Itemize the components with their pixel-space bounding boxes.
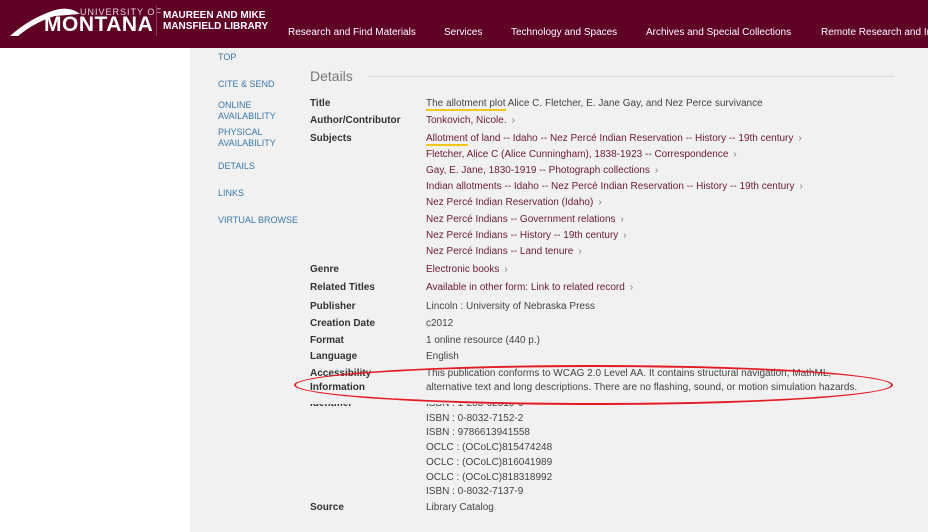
subject-text: Fletcher, Alice C (Alice Cunningham), 18… (426, 149, 729, 161)
identifier-value: OCLC : (OCoLC)815474248 (426, 442, 553, 454)
chevron-right-icon: › (598, 197, 602, 209)
title-label: Title (310, 98, 331, 109)
related-label: Related Titles (310, 282, 375, 293)
chevron-right-icon: › (799, 181, 803, 193)
identifier-value: OCLC : (OCoLC)816041989 (426, 456, 553, 468)
library-name[interactable]: MAUREEN AND MIKE MANSFIELD LIBRARY (163, 10, 268, 32)
title-value: The allotment plot Alice C. Fletcher, E.… (426, 97, 763, 111)
subject-link[interactable]: Nez Percé Indians -- Government relation… (426, 213, 624, 227)
chevron-right-icon: › (578, 245, 582, 257)
subject-link[interactable]: Allotment of land -- Idaho -- Nez Percé … (426, 132, 802, 146)
identifier-value: ISBN : 0-8032-7152-2 (426, 412, 524, 424)
publisher-label: Publisher (310, 301, 356, 312)
language-value: English (426, 351, 459, 362)
subject-link[interactable]: Nez Percé Indian Reservation (Idaho) › (426, 196, 602, 210)
chevron-right-icon: › (629, 282, 634, 293)
nav-remote[interactable]: Remote Research and In (821, 27, 928, 38)
logo-divider (156, 6, 157, 36)
chevron-right-icon: › (733, 149, 737, 161)
chevron-right-icon: › (511, 115, 515, 126)
subject-link[interactable]: Nez Percé Indians -- Land tenure › (426, 245, 582, 259)
identifier-value: OCLC : (OCoLC)818318992 (426, 471, 553, 483)
heading-divider (368, 76, 894, 77)
nav-research[interactable]: Research and Find Materials (288, 27, 416, 38)
side-nav-cite[interactable]: CITE & SEND (218, 79, 298, 90)
side-nav-details[interactable]: DETAILS (218, 161, 298, 172)
related-link[interactable]: Available in other form: Link to related… (426, 281, 633, 295)
subjects-label: Subjects (310, 133, 352, 144)
library-name-line: MAUREEN AND MIKE (163, 10, 266, 21)
identifier-value: ISBN : 0-8032-7137-9 (426, 486, 524, 498)
subject-link[interactable]: Fletcher, Alice C (Alice Cunningham), 18… (426, 148, 737, 162)
nav-services[interactable]: Services (444, 27, 482, 38)
subject-text: Nez Percé Indians -- History -- 19th cen… (426, 229, 619, 241)
author-text: Tonkovich, Nicole. (426, 115, 507, 126)
format-value: 1 online resource (440 p.) (426, 335, 540, 346)
genre-label: Genre (310, 264, 339, 275)
author-label: Author/Contributor (310, 115, 401, 126)
related-text: Available in other form: Link to related… (426, 282, 625, 293)
side-nav-top[interactable]: TOP (218, 52, 298, 63)
logo-montana: MONTANA (44, 13, 154, 36)
genre-link[interactable]: Electronic books › (426, 263, 508, 277)
red-annotation-oval (294, 365, 893, 405)
date-label: Creation Date (310, 318, 376, 329)
chevron-right-icon: › (620, 213, 624, 225)
chevron-right-icon: › (654, 165, 659, 177)
subject-link[interactable]: Gay, E. Jane, 1830-1919 -- Photograph co… (426, 164, 658, 178)
nav-archives[interactable]: Archives and Special Collections (646, 27, 791, 38)
format-label: Format (310, 335, 344, 346)
subject-text: Gay, E. Jane, 1830-1919 -- Photograph co… (426, 165, 650, 177)
chevron-right-icon: › (798, 133, 802, 144)
subject-link[interactable]: Nez Percé Indians -- History -- 19th cen… (426, 229, 627, 243)
chevron-right-icon: › (504, 264, 508, 275)
publisher-value: Lincoln : University of Nebraska Press (426, 301, 595, 312)
subject-highlight: Allotment (426, 133, 468, 146)
side-nav-virtual-browse[interactable]: VIRTUAL BROWSE (218, 215, 298, 226)
title-highlight: The allotment plot (426, 98, 506, 111)
genre-text: Electronic books (426, 264, 500, 275)
subject-text: Indian allotments -- Idaho -- Nez Percé … (426, 181, 795, 193)
subject-text: Nez Percé Indians -- Government relation… (426, 213, 616, 225)
library-name-line: MANSFIELD LIBRARY (163, 21, 269, 32)
source-value: Library Catalog (426, 502, 494, 513)
site-header: UNIVERSITY OF MONTANA MAUREEN AND MIKE MA… (0, 0, 928, 48)
chevron-right-icon: › (623, 229, 627, 241)
subject-text: Nez Percé Indians -- Land tenure (426, 245, 574, 257)
side-nav-physical[interactable]: PHYSICAL AVAILABILITY (218, 127, 298, 149)
side-nav-online[interactable]: ONLINE AVAILABILITY (218, 100, 298, 122)
nav-technology[interactable]: Technology and Spaces (511, 27, 617, 38)
title-rest: Alice C. Fletcher, E. Jane Gay, and Nez … (505, 98, 763, 109)
subject-link[interactable]: Indian allotments -- Idaho -- Nez Percé … (426, 180, 803, 194)
details-heading: Details (310, 68, 353, 84)
subject-text: Allotment of land -- Idaho -- Nez Percé … (426, 133, 794, 146)
author-link[interactable]: Tonkovich, Nicole. › (426, 114, 515, 128)
subject-text: Nez Percé Indian Reservation (Idaho) (426, 197, 594, 209)
side-nav-links[interactable]: LINKS (218, 188, 298, 199)
identifier-value: ISBN : 9786613941558 (426, 427, 530, 439)
date-value: c2012 (426, 318, 454, 329)
source-label: Source (310, 502, 344, 513)
language-label: Language (310, 351, 358, 362)
